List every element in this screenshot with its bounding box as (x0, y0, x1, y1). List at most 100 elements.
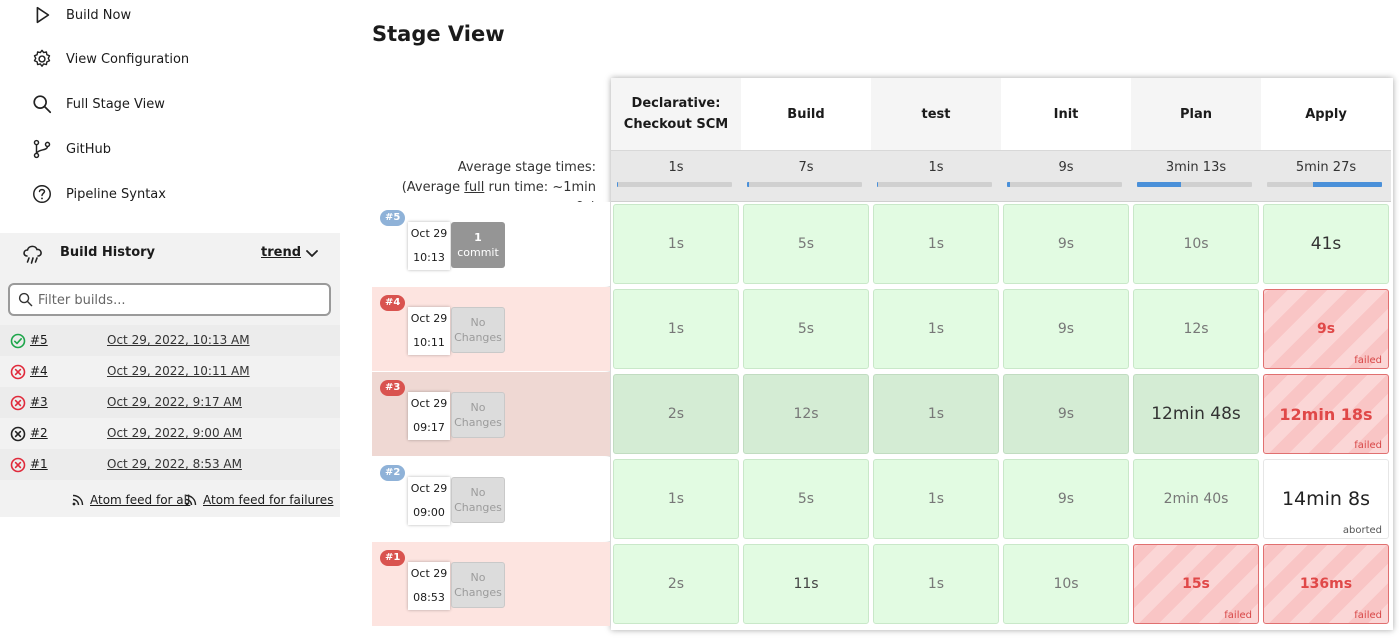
stage-header: Build (741, 78, 871, 150)
changes-box[interactable]: No Changes (451, 392, 505, 438)
filter-builds-input[interactable] (38, 289, 323, 311)
stage-cell[interactable]: 1s (613, 289, 739, 369)
stage-duration: 9s (1057, 406, 1075, 422)
task-pipeline-syntax[interactable]: Pipeline Syntax (30, 179, 166, 209)
build-number-link[interactable]: #4 (30, 364, 48, 378)
stage-cell[interactable]: 1s (873, 459, 999, 539)
stage-cell-aborted[interactable]: 14min 8s aborted (1263, 459, 1389, 539)
stage-cell[interactable]: 5s (743, 459, 869, 539)
stage-cell[interactable]: 10s (1133, 204, 1259, 284)
rss-icon (72, 494, 84, 506)
build-date-link[interactable]: Oct 29, 2022, 8:53 AM (107, 457, 242, 471)
stage-name: Declarative: (631, 96, 721, 111)
build-number-link[interactable]: #2 (30, 426, 48, 440)
play-icon (30, 3, 54, 27)
stage-cell[interactable]: 5s (743, 289, 869, 369)
stage-cell[interactable]: 9s (1003, 374, 1129, 454)
run-row: #1 Oct 29 08:53 No Changes (372, 542, 610, 626)
stage-cell-failed[interactable]: 15s failed (1133, 544, 1259, 624)
trend-link[interactable]: trend (261, 245, 301, 260)
task-view-configuration[interactable]: View Configuration (30, 44, 189, 74)
run-date: Oct 29 09:17 (408, 392, 450, 440)
build-history-title: Build History (60, 245, 156, 260)
run-badge[interactable]: #1 (380, 550, 406, 566)
search-icon (18, 292, 33, 307)
full-run-link[interactable]: full (464, 180, 484, 195)
build-date-link[interactable]: Oct 29, 2022, 10:13 AM (107, 333, 250, 347)
run-badge[interactable]: #5 (380, 210, 406, 226)
stage-cell[interactable]: 2s (613, 544, 739, 624)
avg-time-text: 3min 13s (1165, 160, 1227, 175)
stage-cell[interactable]: 12s (743, 374, 869, 454)
run-time: 10:11 (413, 336, 445, 349)
stage-cell[interactable]: 2min 40s (1133, 459, 1259, 539)
stage-duration: 9s (1057, 491, 1075, 507)
build-date-link[interactable]: Oct 29, 2022, 10:11 AM (107, 364, 250, 378)
avg-stage-time: 9s (1001, 150, 1131, 202)
stage-duration: 1s (927, 321, 945, 337)
task-full-stage-view[interactable]: Full Stage View (30, 89, 165, 119)
help-icon (30, 182, 54, 206)
stage-cell[interactable]: 11s (743, 544, 869, 624)
build-number-link[interactable]: #3 (30, 395, 48, 409)
run-row: #4 Oct 29 10:11 No Changes (372, 287, 610, 371)
stage-name: Checkout SCM (623, 117, 729, 132)
changes-box[interactable]: 1 commit (451, 222, 505, 268)
task-label: View Configuration (66, 51, 190, 67)
build-number-link[interactable]: #1 (30, 457, 48, 471)
run-badge[interactable]: #2 (380, 465, 406, 481)
stage-cell[interactable]: 12min 48s (1133, 374, 1259, 454)
changes-count: No (470, 571, 486, 584)
changes-box[interactable]: No Changes (451, 477, 505, 523)
stage-cell-failed[interactable]: 12min 18s failed (1263, 374, 1389, 454)
build-number-link[interactable]: #5 (30, 333, 48, 347)
stage-duration: 10s (1183, 236, 1209, 252)
run-row: #2 Oct 29 09:00 No Changes (372, 457, 610, 541)
stage-duration: 12s (1183, 321, 1209, 337)
stage-cell[interactable]: 1s (873, 289, 999, 369)
page-title: Stage View (372, 22, 505, 46)
changes-box[interactable]: No Changes (451, 307, 505, 353)
stage-cell[interactable]: 10s (1003, 544, 1129, 624)
run-badge[interactable]: #4 (380, 295, 406, 311)
chevron-down-icon[interactable] (304, 245, 320, 261)
avg-progress-bar (1007, 182, 1122, 187)
stage-cell[interactable]: 1s (873, 204, 999, 284)
stage-cell-failed[interactable]: 136ms failed (1263, 544, 1389, 624)
stage-duration: 5s (797, 491, 815, 507)
run-time: 10:13 (413, 251, 445, 264)
stage-cell[interactable]: 41s (1263, 204, 1389, 284)
run-badge[interactable]: #3 (380, 380, 406, 396)
task-build-now[interactable]: Build Now (30, 0, 131, 30)
stage-name: Plan (1179, 106, 1212, 122)
gear-icon (30, 47, 54, 71)
stage-cell[interactable]: 2s (613, 374, 739, 454)
atom-feed-failures-link[interactable]: Atom feed for failures (184, 493, 333, 507)
stage-duration: 41s (1310, 234, 1342, 254)
build-date-link[interactable]: Oct 29, 2022, 9:00 AM (107, 426, 242, 440)
stage-cell[interactable]: 1s (873, 374, 999, 454)
build-date-link[interactable]: Oct 29, 2022, 9:17 AM (107, 395, 242, 409)
stage-cell[interactable]: 1s (873, 544, 999, 624)
stage-status: aborted (1342, 525, 1382, 536)
atom-feed-all-link[interactable]: Atom feed for all (71, 493, 190, 507)
stage-cell-failed[interactable]: 9s failed (1263, 289, 1389, 369)
stage-cell[interactable]: 5s (743, 204, 869, 284)
avg-time-text: 9s (1058, 160, 1074, 175)
task-label: Build Now (66, 7, 132, 23)
run-time: 09:00 (413, 506, 445, 519)
weather-icon (23, 245, 42, 264)
avg-time-text: 1s (668, 160, 684, 175)
task-github[interactable]: GitHub (30, 134, 111, 164)
stage-cell[interactable]: 9s (1003, 459, 1129, 539)
stage-cell[interactable]: 1s (613, 204, 739, 284)
stage-cell[interactable]: 12s (1133, 289, 1259, 369)
run-time: 08:53 (413, 591, 445, 604)
stage-cell[interactable]: 9s (1003, 204, 1129, 284)
stage-duration: 12s (793, 406, 819, 422)
stage-cell[interactable]: 9s (1003, 289, 1129, 369)
stage-duration: 15s (1182, 576, 1210, 592)
changes-box[interactable]: No Changes (451, 562, 505, 608)
stage-cell[interactable]: 1s (613, 459, 739, 539)
search-icon (30, 92, 54, 116)
